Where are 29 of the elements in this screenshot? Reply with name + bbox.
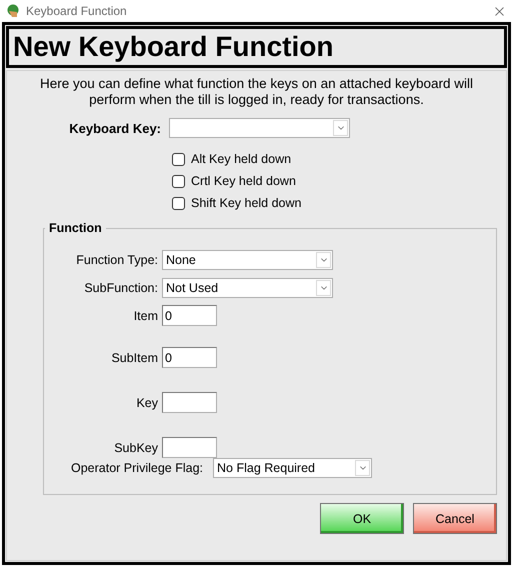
dropdown[interactable]: Not Used xyxy=(162,278,333,298)
intro-text: Here you can define what function the keys on an attached keyboard will perform when the till is logged in, ready for transactions. xyxy=(38,76,474,108)
modifier-checkbox[interactable]: Alt Key held down xyxy=(172,151,506,167)
dropdown[interactable]: None xyxy=(162,250,333,270)
field-label: Key xyxy=(135,396,158,410)
ok-button[interactable]: OK xyxy=(320,503,404,534)
field-label: Operator Privilege Flag: xyxy=(71,461,204,475)
input-field[interactable]: 0 xyxy=(162,347,217,368)
field-label: Keyboard Key: xyxy=(68,120,161,136)
chevron-icon xyxy=(333,120,348,136)
dialog-heading: New Keyboard Function xyxy=(6,26,507,68)
chevron-icon xyxy=(316,252,331,268)
cancel-button[interactable]: Cancel xyxy=(413,503,497,534)
field-label: SubItem xyxy=(110,350,158,364)
field-label: Item xyxy=(132,308,158,322)
modifier-checkbox[interactable]: Shift Key held down xyxy=(172,195,506,211)
group-title: Function xyxy=(48,221,103,235)
input-field[interactable]: 0 xyxy=(162,305,217,326)
input-field[interactable] xyxy=(162,437,217,458)
chevron-icon xyxy=(355,460,370,476)
modifier-checkbox[interactable]: Crtl Key held down xyxy=(172,173,506,189)
chevron-icon xyxy=(316,280,331,296)
app-icon xyxy=(6,4,20,18)
field-label: SubFunction: xyxy=(83,280,158,294)
window-title: Keyboard Function xyxy=(26,4,128,18)
privilege-dropdown[interactable]: No Flag Required xyxy=(213,458,372,478)
field-label: SubKey xyxy=(113,440,158,454)
field-label: Function Type: xyxy=(75,252,158,266)
input-field[interactable] xyxy=(162,392,217,413)
